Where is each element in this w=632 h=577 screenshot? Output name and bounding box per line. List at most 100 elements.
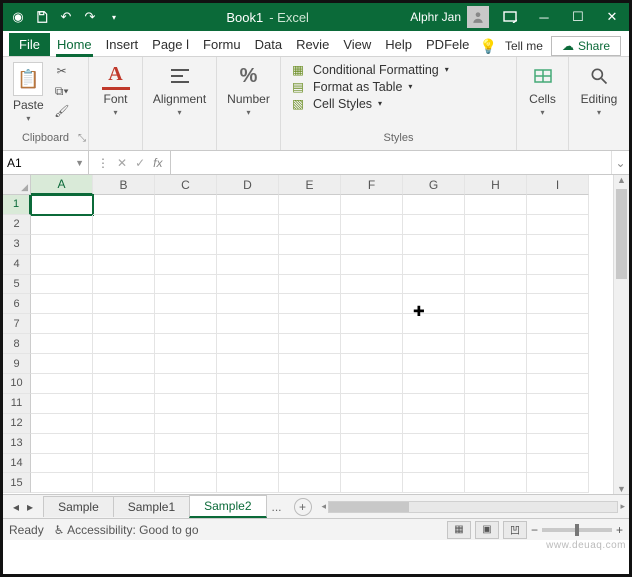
tab-review[interactable]: Revie	[289, 33, 336, 56]
add-sheet-icon[interactable]: +	[294, 498, 312, 516]
zoom-out-icon[interactable]: −	[531, 523, 538, 537]
user-avatar-icon[interactable]	[467, 6, 489, 28]
tab-insert[interactable]: Insert	[99, 33, 146, 56]
column-header[interactable]: E	[279, 175, 341, 195]
row-header[interactable]: 11	[3, 394, 31, 414]
column-header[interactable]: B	[93, 175, 155, 195]
tellme-text[interactable]: Tell me	[505, 39, 543, 53]
font-button[interactable]: A Font ▾	[96, 60, 136, 119]
tellme-bulb-icon[interactable]: 💡	[480, 38, 497, 55]
group-label-clipboard: Clipboard	[22, 132, 69, 144]
row-header[interactable]: 9	[3, 354, 31, 374]
cells-button[interactable]: Cells ▾	[523, 60, 563, 119]
cut-icon[interactable]: ✂	[52, 62, 72, 80]
row-header[interactable]: 8	[3, 334, 31, 354]
row-header[interactable]: 10	[3, 374, 31, 394]
formula-input[interactable]	[171, 151, 611, 174]
accept-formula-icon[interactable]: ✓	[135, 156, 145, 170]
column-header[interactable]: D	[217, 175, 279, 195]
row-header[interactable]: 5	[3, 275, 31, 295]
minimize-icon[interactable]: ─	[527, 3, 561, 31]
column-header[interactable]: I	[527, 175, 589, 195]
zoom-in-icon[interactable]: +	[616, 523, 623, 537]
number-button[interactable]: % Number ▾	[221, 60, 276, 119]
close-icon[interactable]: ✕	[595, 3, 629, 31]
qat-dropdown-icon[interactable]: ▾	[103, 6, 125, 28]
user-name: Alphr Jan	[410, 10, 461, 24]
row-header[interactable]: 2	[3, 215, 31, 235]
chevron-down-icon[interactable]: ▼	[75, 158, 84, 168]
sheet-nav-prev-icon[interactable]: ◂	[13, 500, 19, 514]
sheet-tabs-more[interactable]: ...	[266, 500, 288, 514]
sheet-tab-sample1[interactable]: Sample1	[113, 496, 190, 517]
horizontal-scrollbar[interactable]: ◂ ▸	[318, 501, 629, 513]
format-as-table-button[interactable]: ▤Format as Table▾	[289, 79, 449, 94]
column-header[interactable]: A	[31, 175, 93, 195]
page-layout-view-icon[interactable]: ▣	[475, 521, 499, 539]
tab-page-layout[interactable]: Page l	[145, 33, 196, 56]
group-label-styles: Styles	[384, 132, 414, 144]
row-header[interactable]: 12	[3, 414, 31, 434]
column-header[interactable]: H	[465, 175, 527, 195]
autosave-icon[interactable]: ◉	[7, 6, 29, 28]
save-icon[interactable]	[31, 6, 53, 28]
maximize-icon[interactable]: ☐	[561, 3, 595, 31]
tab-view[interactable]: View	[336, 33, 378, 56]
clipboard-icon: 📋	[13, 62, 43, 96]
copy-icon[interactable]: ⧉▾	[52, 82, 72, 100]
share-button[interactable]: ☁ Share	[551, 36, 621, 56]
paste-button[interactable]: 📋 Paste ▾	[7, 60, 50, 125]
name-box[interactable]: ▼	[3, 151, 89, 174]
accessibility-status[interactable]: ♿︎ Accessibility: Good to go	[54, 523, 199, 537]
row-header[interactable]: 1	[3, 195, 31, 215]
tab-pdfelement[interactable]: PDFele	[419, 33, 476, 56]
redo-icon[interactable]: ↷	[79, 6, 101, 28]
row-header[interactable]: 15	[3, 473, 31, 493]
select-all-corner[interactable]: ◢	[3, 175, 31, 195]
undo-icon[interactable]: ↶	[55, 6, 77, 28]
font-icon: A	[102, 62, 130, 90]
editing-button[interactable]: Editing ▾	[575, 60, 624, 119]
share-icon: ☁	[562, 39, 574, 53]
column-header[interactable]: F	[341, 175, 403, 195]
row-header[interactable]: 7	[3, 314, 31, 334]
tab-formulas[interactable]: Formu	[196, 33, 248, 56]
conditional-formatting-button[interactable]: ▦Conditional Formatting▾	[289, 62, 449, 77]
cell-styles-button[interactable]: ▧Cell Styles▾	[289, 96, 449, 111]
format-painter-icon[interactable]: 🖌	[52, 102, 72, 120]
expand-formula-bar-icon[interactable]: ⌄	[611, 151, 629, 174]
fx-icon[interactable]: fx	[153, 156, 162, 170]
row-header[interactable]: 3	[3, 235, 31, 255]
status-ready: Ready	[9, 523, 44, 537]
normal-view-icon[interactable]: ▦	[447, 521, 471, 539]
row-header[interactable]: 14	[3, 454, 31, 474]
table-icon: ▤	[289, 79, 307, 94]
zoom-slider[interactable]	[542, 528, 612, 532]
sheet-tab-sample2[interactable]: Sample2	[189, 495, 266, 518]
sheet-tab-sample[interactable]: Sample	[43, 496, 114, 517]
tab-help[interactable]: Help	[378, 33, 419, 56]
tab-file[interactable]: File	[9, 33, 50, 56]
name-box-input[interactable]	[7, 156, 57, 170]
accessibility-icon: ♿︎	[54, 523, 65, 537]
chevron-down-icon: ▾	[177, 108, 181, 117]
cancel-formula-icon[interactable]: ✕	[117, 156, 127, 170]
watermark: www.deuaq.com	[546, 540, 626, 551]
chevron-down-icon: ▾	[113, 108, 117, 117]
vertical-scrollbar[interactable]: ▲ ▼	[613, 175, 629, 494]
chevron-down-icon: ▾	[246, 108, 250, 117]
column-header[interactable]: G	[403, 175, 465, 195]
tab-data[interactable]: Data	[248, 33, 289, 56]
cells-icon	[529, 62, 557, 90]
column-header[interactable]: C	[155, 175, 217, 195]
alignment-button[interactable]: Alignment ▾	[147, 60, 212, 119]
row-header[interactable]: 6	[3, 294, 31, 314]
page-break-view-icon[interactable]: 凹	[503, 521, 527, 539]
row-header[interactable]: 4	[3, 255, 31, 275]
dialog-launcher-icon[interactable]: ⤡	[78, 133, 86, 144]
cell-grid[interactable]	[31, 195, 613, 493]
sheet-nav-next-icon[interactable]: ▸	[27, 500, 33, 514]
ribbon-display-options-icon[interactable]	[493, 3, 527, 31]
tab-home[interactable]: Home	[50, 33, 99, 56]
row-header[interactable]: 13	[3, 434, 31, 454]
